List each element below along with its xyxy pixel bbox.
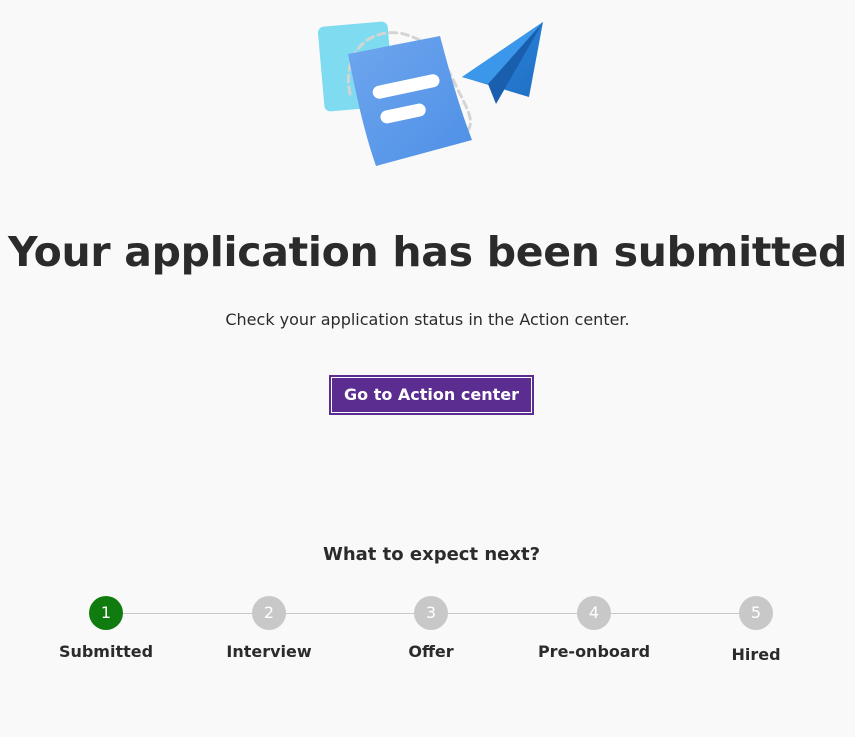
step-label: Pre-onboard [537,642,651,661]
step-interview: 2 Interview [209,596,329,663]
step-offer: 3 Offer [371,596,491,663]
page-title: Your application has been submitted [7,228,848,276]
go-to-action-center-button[interactable]: Go to Action center [329,375,534,415]
step-label: Interview [226,642,312,661]
step-label: Submitted [58,642,154,661]
step-number-badge: 2 [252,596,286,630]
step-hired: 5 Hired [696,596,816,666]
step-number-badge: 4 [577,596,611,630]
step-label: Hired [731,645,781,664]
step-pre-onboard: 4 Pre-onboard [534,596,654,663]
progress-stepper: 1 Submitted 2 Interview 3 Offer 4 Pre-on… [0,596,855,676]
step-submitted: 1 Submitted [46,596,166,663]
next-steps-heading: What to expect next? [322,544,541,565]
status-hint-text: Check your application status in the Act… [225,310,630,329]
step-number-badge: 5 [739,596,773,630]
step-number-badge: 1 [89,596,123,630]
step-label: Offer [408,642,454,661]
submitted-illustration-icon [300,14,560,179]
step-number-badge: 3 [414,596,448,630]
